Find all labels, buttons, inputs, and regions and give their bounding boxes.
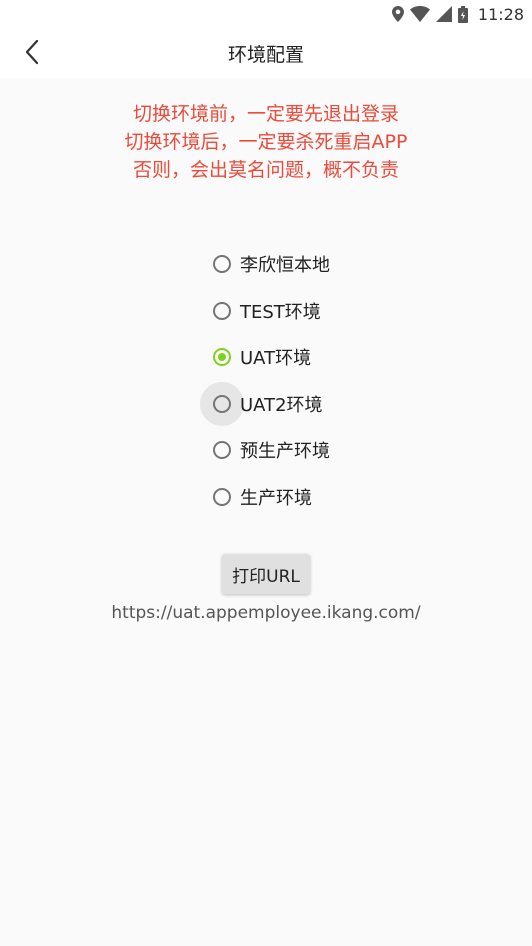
radio-label: TEST环境 xyxy=(240,301,321,323)
radio-label: 生产环境 xyxy=(240,487,312,509)
radio-button[interactable] xyxy=(213,255,231,274)
radio-button[interactable] xyxy=(213,487,231,506)
location-icon xyxy=(391,6,404,22)
status-bar: 11:28 xyxy=(0,0,532,28)
warning-line: 切换环境前，一定要先退出登录 xyxy=(132,103,399,125)
radio-label: UAT2环境 xyxy=(240,394,323,416)
warning-message: 切换环境前，一定要先退出登录 切换环境后，一定要杀死重启APP 否则，会出莫名问… xyxy=(0,100,532,184)
radio-option-local[interactable]: 李欣恒本地 xyxy=(200,241,420,288)
page-title: 环境配置 xyxy=(227,44,304,66)
current-url-text: https://uat.appemployee.ikang.com/ xyxy=(111,603,421,623)
status-icons: 11:28 xyxy=(391,4,524,24)
radio-button[interactable] xyxy=(213,441,231,460)
radio-option-prod[interactable]: 生产环境 xyxy=(200,474,420,521)
radio-button[interactable] xyxy=(213,394,231,413)
radio-label: UAT环境 xyxy=(240,348,312,370)
radio-label: 预生产环境 xyxy=(240,441,330,463)
battery-icon xyxy=(457,5,468,23)
radio-option-uat[interactable]: UAT环境 xyxy=(200,334,420,381)
print-url-button[interactable]: 打印URL xyxy=(222,554,310,594)
radio-option-uat2[interactable]: UAT2环境 xyxy=(200,381,420,428)
radio-dot xyxy=(218,353,226,362)
signal-icon xyxy=(435,6,452,22)
radio-label: 李欣恒本地 xyxy=(240,255,330,277)
wifi-icon xyxy=(409,6,430,22)
environment-radio-group: 李欣恒本地 TEST环境 UAT环境 UAT2环境 预生产环境 生产环境 xyxy=(200,241,420,520)
status-time: 11:28 xyxy=(477,4,524,24)
radio-option-test[interactable]: TEST环境 xyxy=(200,288,420,335)
radio-button[interactable] xyxy=(213,301,231,320)
radio-button-checked[interactable] xyxy=(213,348,231,367)
app-bar: 环境配置 xyxy=(0,28,532,78)
warning-line: 切换环境后，一定要杀死重启APP xyxy=(124,131,408,153)
warning-line: 否则，会出莫名问题，概不负责 xyxy=(132,159,399,181)
radio-option-preprod[interactable]: 预生产环境 xyxy=(200,427,420,474)
